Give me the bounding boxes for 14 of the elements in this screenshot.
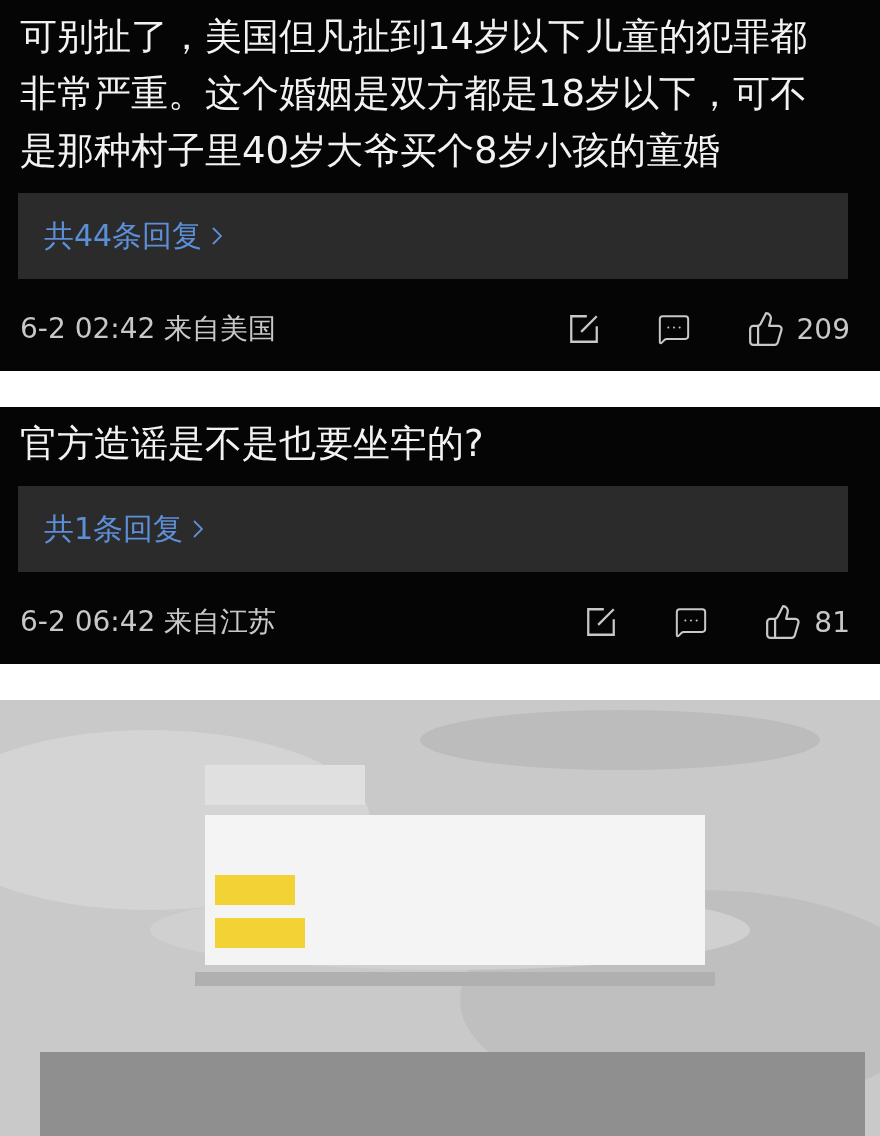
replies-link[interactable]: 共44条回复 (44, 215, 223, 257)
chevron-icon (193, 520, 204, 538)
like-count: 81 (814, 605, 850, 639)
chevron-icon (212, 227, 223, 245)
comment-text: 可别扯了，美国但凡扯到14岁以下儿童的犯罪都非常严重。这个婚姻是双方都是18岁以下，可不是那种村子里40岁大爷买个8岁小孩的童婚 (20, 14, 809, 174)
thumbs-up-icon[interactable] (764, 603, 803, 641)
thumbs-up-icon[interactable] (746, 310, 785, 348)
comment-text: 官方造谣是不是也要坐牢的? (20, 421, 485, 467)
comment-meta: 6-2 02:42 来自美国 (20, 311, 278, 347)
replies-link[interactable]: 共1条回复 (44, 508, 204, 550)
like-count: 209 (796, 312, 850, 346)
comment-icon[interactable] (674, 605, 709, 639)
comment-icon[interactable] (656, 312, 691, 346)
comment-meta: 6-2 06:42 来自江苏 (20, 604, 278, 640)
